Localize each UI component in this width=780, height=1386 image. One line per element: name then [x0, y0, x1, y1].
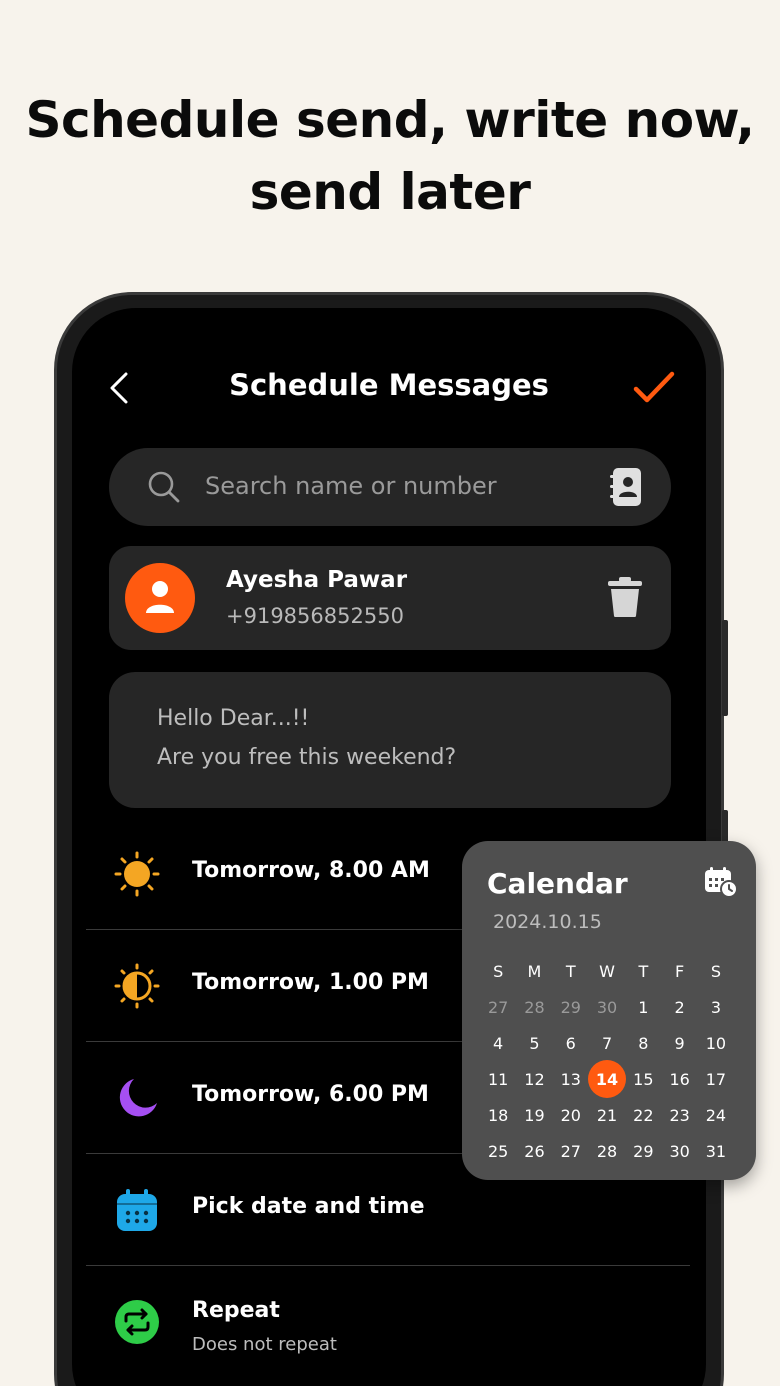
calendar-day[interactable]: 15	[625, 1061, 661, 1097]
calendar-day[interactable]: 3	[698, 989, 734, 1025]
calendar-week-row: 11 12 13 14 15 16 17	[480, 1060, 752, 1098]
contacts-book-icon[interactable]	[609, 466, 643, 508]
calendar-day[interactable]: 8	[625, 1025, 661, 1061]
option-label: Pick date and time	[192, 1194, 425, 1219]
option-label: Tomorrow, 1.00 PM	[192, 970, 429, 995]
calendar-day[interactable]: 30	[589, 989, 625, 1025]
option-repeat[interactable]: Repeat Does not repeat	[86, 1266, 690, 1378]
calendar-week-row: 4 5 6 7 8 9 10	[480, 1025, 752, 1061]
headline-line-2: send later	[249, 163, 531, 221]
search-icon	[148, 471, 180, 503]
calendar-day[interactable]: 10	[698, 1025, 734, 1061]
calendar-weekday: S	[493, 961, 504, 981]
calendar-day[interactable]: 9	[661, 1025, 697, 1061]
calendar-day[interactable]: 26	[516, 1133, 552, 1169]
option-sublabel: Does not repeat	[192, 1334, 337, 1355]
page-title: Schedule Messages	[229, 368, 549, 402]
calendar-day[interactable]: 13	[553, 1061, 589, 1097]
calendar-day[interactable]: 24	[698, 1097, 734, 1133]
calendar-day[interactable]: 18	[480, 1097, 516, 1133]
calendar-day[interactable]: 20	[553, 1097, 589, 1133]
calendar-current-date: 2024.10.15	[493, 911, 602, 933]
calendar-day[interactable]: 25	[480, 1133, 516, 1169]
selected-contact-card: Ayesha Pawar +919856852550	[109, 546, 671, 650]
calendar-day[interactable]: 11	[480, 1061, 516, 1097]
calendar-day[interactable]: 5	[516, 1025, 552, 1061]
person-icon	[146, 581, 174, 613]
calendar-week-row: 18 19 20 21 22 23 24	[480, 1097, 752, 1133]
sun-icon	[114, 851, 160, 897]
check-icon[interactable]	[632, 368, 676, 408]
calendar-weekday: T	[565, 961, 576, 981]
calendar-clock-icon[interactable]	[704, 866, 738, 898]
calendar-day[interactable]: 22	[625, 1097, 661, 1133]
calendar-day[interactable]: 7	[589, 1025, 625, 1061]
search-bar[interactable]: Search name or number	[109, 448, 671, 526]
headline: Schedule send, write now, send later	[0, 84, 780, 228]
option-label: Repeat	[192, 1298, 280, 1323]
calendar-weekday: W	[599, 961, 615, 981]
message-line-2: Are you free this weekend?	[157, 745, 457, 770]
calendar-weekday: T	[638, 961, 649, 981]
calendar-day[interactable]: 4	[480, 1025, 516, 1061]
calendar-week-row: 25 26 27 28 29 30 31	[480, 1133, 752, 1169]
calendar-day[interactable]: 12	[516, 1061, 552, 1097]
calendar-day[interactable]: 16	[661, 1061, 697, 1097]
calendar-day[interactable]: 27	[480, 989, 516, 1025]
calendar-day[interactable]: 27	[553, 1133, 589, 1169]
half-sun-icon	[114, 963, 160, 1009]
calendar-day[interactable]: 30	[661, 1133, 697, 1169]
top-bar: Schedule Messages	[72, 360, 706, 416]
calendar-weekday-row: SMTWTFS	[480, 953, 752, 989]
phone-volume-button	[722, 620, 728, 716]
calendar-week-row: 27 28 29 30 1 2 3	[480, 989, 752, 1025]
calendar-icon	[117, 1189, 157, 1231]
message-line-1: Hello Dear...!!	[157, 706, 310, 731]
calendar-day[interactable]: 29	[553, 989, 589, 1025]
calendar-popup: Calendar 2024.10.15 S M T W T F S 27 28 29 30 1 2 3 4 5…	[462, 841, 756, 1180]
avatar	[125, 563, 195, 633]
moon-icon	[119, 1079, 157, 1117]
headline-line-1: Schedule send, write now,	[25, 91, 755, 149]
search-input[interactable]: Search name or number	[205, 472, 497, 500]
calendar-day[interactable]: 23	[661, 1097, 697, 1133]
contact-name: Ayesha Pawar	[226, 567, 408, 593]
option-label: Tomorrow, 8.00 AM	[192, 858, 430, 883]
calendar-day[interactable]: 1	[625, 989, 661, 1025]
calendar-day[interactable]: 6	[553, 1025, 589, 1061]
calendar-weekday: F	[675, 961, 685, 981]
calendar-day[interactable]: 28	[589, 1133, 625, 1169]
trash-icon[interactable]	[607, 576, 643, 618]
calendar-weekday: M	[527, 961, 542, 981]
calendar-weekday: S	[710, 961, 721, 981]
calendar-day[interactable]: 17	[698, 1061, 734, 1097]
calendar-title: Calendar	[487, 867, 628, 900]
repeat-icon	[115, 1300, 159, 1344]
calendar-day[interactable]: 31	[698, 1133, 734, 1169]
calendar-day[interactable]: 28	[516, 989, 552, 1025]
calendar-day[interactable]: 21	[589, 1097, 625, 1133]
message-input[interactable]: Hello Dear...!! Are you free this weeken…	[109, 672, 671, 808]
calendar-day-selected[interactable]: 14	[587, 1060, 627, 1098]
calendar-day[interactable]: 29	[625, 1133, 661, 1169]
calendar-day[interactable]: 19	[516, 1097, 552, 1133]
contact-number: +919856852550	[226, 604, 404, 628]
calendar-day[interactable]: 2	[661, 989, 697, 1025]
option-label: Tomorrow, 6.00 PM	[192, 1082, 429, 1107]
calendar-grid: S M T W T F S 27 28 29 30 1 2 3 4 5 6 7 8 9 10 11 12 13 14 15 16 17…	[480, 953, 752, 1169]
